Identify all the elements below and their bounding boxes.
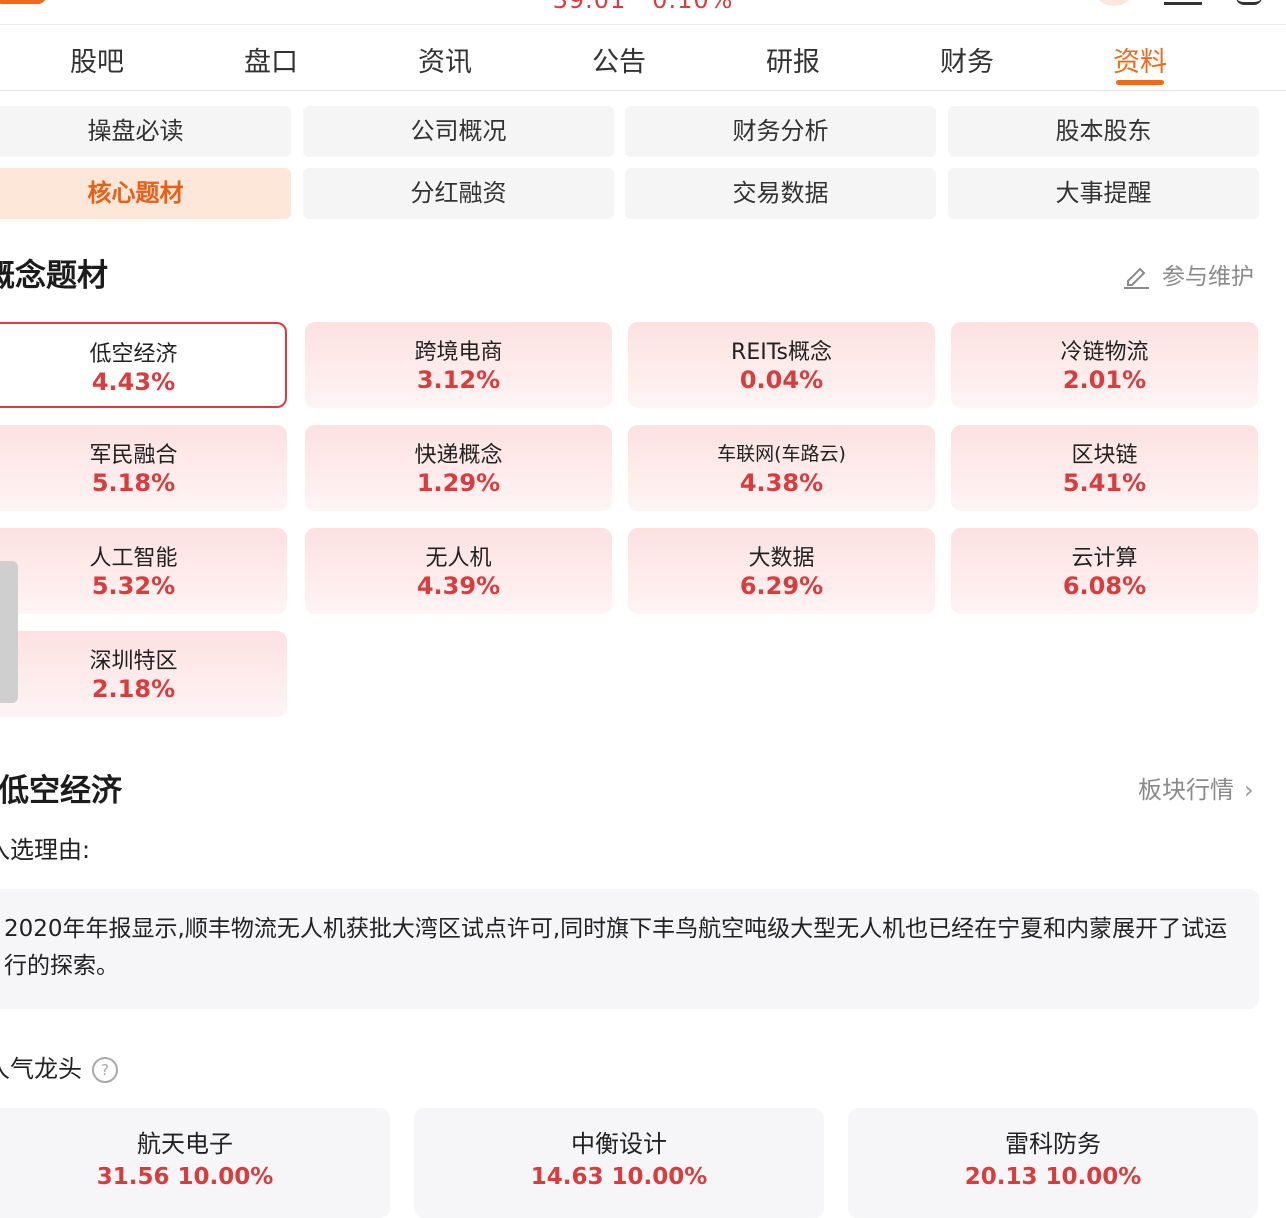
concept-card[interactable]: 跨境电商 3.12%	[305, 322, 612, 408]
concept-change: 5.18%	[91, 469, 176, 497]
concept-name: 低空经济	[89, 342, 178, 367]
tab-guba[interactable]: 股吧	[37, 40, 157, 79]
sector-market-link[interactable]: 板块行情 ›	[1138, 770, 1254, 805]
concept-name: 大数据	[748, 546, 815, 571]
concept-name: 人工智能	[89, 546, 178, 571]
leader-name: 中衡设计	[571, 1130, 667, 1158]
subnav-company-overview[interactable]: 公司概况	[303, 106, 614, 157]
chevron-right-icon: ›	[1244, 776, 1254, 804]
concept-card[interactable]: 冷链物流 2.01%	[951, 322, 1258, 408]
menu-icon[interactable]	[1164, 0, 1202, 5]
concept-name: 快递概念	[414, 443, 503, 468]
subnav-core-themes[interactable]: 核心题材	[0, 168, 291, 219]
maintain-label: 参与维护	[1162, 264, 1254, 290]
leader-quote: 31.56 10.00%	[0, 1164, 390, 1190]
tab-pankou[interactable]: 盘口	[211, 40, 331, 79]
concept-change: 4.39%	[416, 572, 501, 600]
concept-name: 云计算	[1071, 546, 1138, 571]
subnav-dividends[interactable]: 分红融资	[303, 168, 614, 219]
leader-change: 10.00%	[177, 1164, 274, 1190]
detail-title: 低空经济	[0, 773, 122, 809]
leader-change: 10.00%	[1045, 1164, 1142, 1190]
concept-name: 区块链	[1071, 443, 1138, 468]
sector-market-label: 板块行情	[1138, 776, 1234, 804]
tab-finance[interactable]: 财务	[907, 40, 1027, 79]
concept-card[interactable]: 低空经济 4.43%	[0, 322, 287, 408]
tab-announcements[interactable]: 公告	[559, 40, 679, 79]
stock-change-pct: 0.10%	[652, 0, 734, 14]
leaders-label: 人气龙头	[0, 1055, 82, 1083]
concept-name: 冷链物流	[1060, 340, 1149, 365]
concept-change: 6.29%	[739, 572, 824, 600]
concept-change: 1.29%	[416, 469, 501, 497]
concept-change: 2.01%	[1062, 366, 1147, 394]
leader-price: 31.56	[96, 1164, 170, 1190]
concept-change: 5.32%	[91, 572, 176, 600]
leader-card[interactable]: 中衡设计 14.63 10.00%	[414, 1108, 824, 1218]
concept-name: REITs概念	[731, 340, 832, 365]
leader-name: 雷科防务	[1005, 1130, 1101, 1158]
concept-change: 4.38%	[739, 469, 824, 497]
stock-price: 39.01	[552, 0, 627, 14]
concept-name: 车联网(车路云)	[717, 443, 846, 465]
subnav-trading-data[interactable]: 交易数据	[625, 168, 936, 219]
side-drawer-handle[interactable]	[0, 561, 18, 703]
concept-card[interactable]: 区块链 5.41%	[951, 425, 1258, 511]
reason-text: 2020年年报显示,顺丰物流无人机获批大湾区试点许可,同时旗下丰鸟航空吨级大型无…	[4, 916, 1228, 979]
concept-card[interactable]: 大数据 6.29%	[628, 528, 935, 614]
subnav-shareholders[interactable]: 股本股东	[948, 106, 1259, 157]
concept-card[interactable]: 军民融合 5.18%	[0, 425, 287, 511]
edit-icon	[1124, 267, 1149, 289]
concept-card[interactable]: REITs概念 0.04%	[628, 322, 935, 408]
leader-quote: 14.63 10.00%	[414, 1164, 824, 1190]
concept-card[interactable]: 快递概念 1.29%	[305, 425, 612, 511]
stock-quote: 39.01 0.10%	[0, 0, 1286, 14]
leader-quote: 20.13 10.00%	[848, 1164, 1258, 1190]
concept-change: 2.18%	[91, 675, 176, 703]
maintain-button[interactable]: 参与维护	[1122, 257, 1262, 291]
reason-box: 2020年年报显示,顺丰物流无人机获批大湾区试点许可,同时旗下丰鸟航空吨级大型无…	[0, 889, 1259, 1009]
concept-name: 深圳特区	[89, 649, 178, 674]
leader-card[interactable]: 雷科防务 20.13 10.00%	[848, 1108, 1258, 1218]
active-tab-indicator	[1116, 80, 1164, 85]
leader-name: 航天电子	[137, 1130, 233, 1158]
leader-price: 20.13	[964, 1164, 1038, 1190]
tab-news[interactable]: 资讯	[385, 40, 505, 79]
leaders-heading: 人气龙头?	[0, 1049, 118, 1084]
concept-card[interactable]: 云计算 6.08%	[951, 528, 1258, 614]
subnav-financial-analysis[interactable]: 财务分析	[625, 106, 936, 157]
concept-change: 0.04%	[739, 366, 824, 394]
leader-price: 14.63	[530, 1164, 604, 1190]
concept-card[interactable]: 车联网(车路云) 4.38%	[628, 425, 935, 511]
concept-name: 军民融合	[89, 443, 178, 468]
concept-change: 5.41%	[1062, 469, 1147, 497]
concept-card[interactable]: 深圳特区 2.18%	[0, 631, 287, 717]
tab-profile[interactable]: 资料	[1080, 40, 1200, 79]
concept-name: 跨境电商	[414, 340, 503, 365]
leader-change: 10.00%	[611, 1164, 708, 1190]
divider	[0, 24, 1286, 25]
subnav-trading-guide[interactable]: 操盘必读	[0, 106, 291, 157]
concept-change: 3.12%	[416, 366, 501, 394]
concept-change: 4.43%	[91, 368, 176, 396]
concept-change: 6.08%	[1062, 572, 1147, 600]
concept-card[interactable]: 无人机 4.39%	[305, 528, 612, 614]
concept-name: 无人机	[425, 546, 492, 571]
subnav-events[interactable]: 大事提醒	[948, 168, 1259, 219]
concepts-title: 概念题材	[0, 258, 108, 294]
help-icon[interactable]: ?	[92, 1057, 118, 1083]
reason-label: 入选理由:	[0, 836, 91, 864]
main-tab-bar: 股吧 盘口 资讯 公告 研报 财务 资料	[0, 26, 1286, 91]
concept-card[interactable]: 人工智能 5.32%	[0, 528, 287, 614]
leader-card[interactable]: 航天电子 31.56 10.00%	[0, 1108, 390, 1218]
tab-research[interactable]: 研报	[733, 40, 853, 79]
